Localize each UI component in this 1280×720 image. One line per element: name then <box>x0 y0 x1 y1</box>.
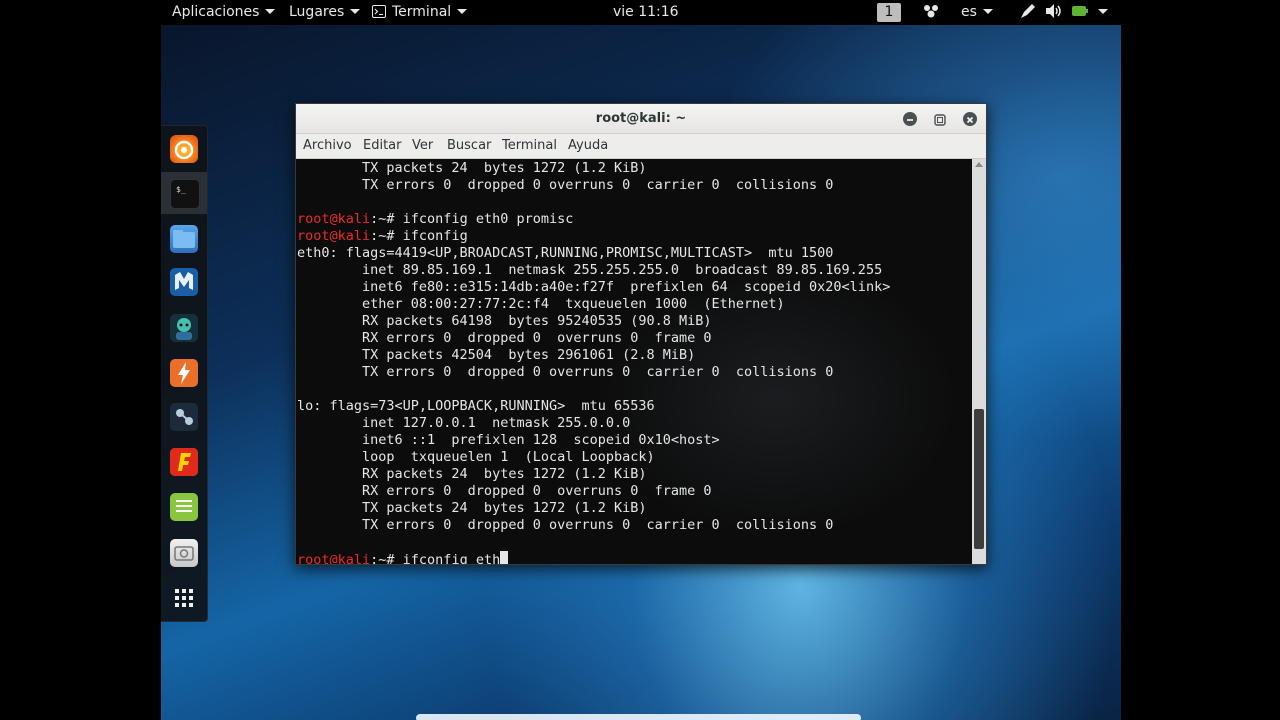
terminal-app-icon <box>372 5 386 18</box>
leafpad-icon[interactable] <box>170 493 198 521</box>
terminal-output-line: RX packets 64198 bytes 95240535 (90.8 Mi… <box>297 313 712 329</box>
places-menu[interactable]: Lugares <box>289 0 361 25</box>
show-apps-icon[interactable] <box>170 584 198 612</box>
terminal-output-line: TX errors 0 dropped 0 overruns 0 carrier… <box>297 177 834 193</box>
terminal-scrollbar[interactable] <box>972 159 986 564</box>
terminal-window[interactable]: root@kali: ~ Archivo Editar Ver Buscar T… <box>295 103 987 565</box>
workspaces-icon[interactable] <box>922 0 940 25</box>
terminal-output-line: inet 89.85.169.1 netmask 255.255.255.0 b… <box>297 262 883 278</box>
terminal-prompt-line: root@kali:~# ifconfig eth0 promisc <box>297 211 573 228</box>
scroll-up-icon[interactable] <box>975 162 983 167</box>
chevron-down-icon <box>350 8 361 14</box>
terminal-output-line: eth0: flags=4419<UP,BROADCAST,RUNNING,PR… <box>297 245 834 261</box>
close-icon <box>966 116 974 124</box>
applications-label: Aplicaciones <box>172 4 260 20</box>
terminal-icon[interactable]: $_ <box>170 179 200 209</box>
burpsuite-icon[interactable] <box>170 359 198 387</box>
terminal-output-line: inet6 fe80::e315:14db:a40e:f27f prefixle… <box>297 279 891 295</box>
prompt-command: ifconfig <box>402 228 468 244</box>
terminal-output-line: ether 08:00:27:77:2c:f4 txqueuelen 1000 … <box>297 296 785 312</box>
workspace-indicator[interactable]: 1 <box>877 3 901 22</box>
chevron-down-icon <box>457 8 468 14</box>
files-icon[interactable] <box>170 225 198 253</box>
terminal-output-line: TX packets 42504 bytes 2961061 (2.8 MiB) <box>297 347 696 363</box>
chevron-down-icon <box>265 8 276 14</box>
menu-ver[interactable]: Ver <box>412 134 433 158</box>
menu-buscar[interactable]: Buscar <box>447 134 491 158</box>
window-menubar: Archivo Editar Ver Buscar Terminal Ayuda <box>296 134 986 159</box>
keyboard-layout-menu[interactable]: es <box>961 0 993 25</box>
faraday-icon[interactable] <box>170 448 198 476</box>
window-title: root@kali: ~ <box>595 111 687 126</box>
terminal-output-line: TX errors 0 dropped 0 overruns 0 carrier… <box>297 517 834 533</box>
clock[interactable]: vie 11:16 <box>613 0 679 25</box>
prompt-command: ifconfig eth <box>402 552 501 564</box>
terminal-prompt-line: root@kali:~# ifconfig <box>297 228 468 245</box>
terminal-output-line: TX errors 0 dropped 0 overruns 0 carrier… <box>297 364 834 380</box>
maximize-button[interactable] <box>933 112 947 126</box>
terminal-output-line: RX packets 24 bytes 1272 (1.2 KiB) <box>297 466 647 482</box>
menu-archivo[interactable]: Archivo <box>303 134 352 158</box>
pen-icon[interactable] <box>1019 0 1037 25</box>
maltego-icon[interactable] <box>170 403 198 431</box>
menu-terminal[interactable]: Terminal <box>502 134 557 158</box>
scrollbar-thumb[interactable] <box>974 409 984 549</box>
battery-icon[interactable] <box>1072 0 1088 25</box>
system-menu[interactable] <box>1092 0 1108 25</box>
desktop-glow <box>416 714 861 720</box>
volume-icon[interactable] <box>1045 0 1063 25</box>
maximize-icon <box>934 114 946 126</box>
places-label: Lugares <box>289 4 345 20</box>
close-button[interactable] <box>963 112 977 126</box>
chevron-down-icon <box>982 8 993 14</box>
armitage-icon[interactable] <box>170 314 198 342</box>
minimize-button[interactable] <box>903 112 917 126</box>
firefox-icon[interactable] <box>170 135 198 163</box>
terminal-output-line: lo: flags=73<UP,LOOPBACK,RUNNING> mtu 65… <box>297 398 655 414</box>
dock: $_ <box>161 125 208 622</box>
terminal-output-line: inet 127.0.0.1 netmask 255.0.0.0 <box>297 415 631 431</box>
applications-menu[interactable]: Aplicaciones <box>172 0 276 25</box>
chevron-down-icon <box>1098 8 1108 14</box>
screenshot-icon[interactable] <box>170 539 198 567</box>
window-titlebar[interactable]: root@kali: ~ <box>296 104 986 134</box>
prompt-command: ifconfig eth0 promisc <box>402 211 574 227</box>
menu-editar[interactable]: Editar <box>363 134 402 158</box>
terminal-prompt-line: root@kali:~# ifconfig eth <box>297 551 509 564</box>
terminal-output[interactable]: TX packets 24 bytes 1272 (1.2 KiB) TX er… <box>296 159 972 564</box>
prompt-path: :~# <box>370 228 403 244</box>
prompt-path: :~# <box>370 211 403 227</box>
metasploit-icon[interactable] <box>170 268 198 296</box>
terminal-output-line: RX errors 0 dropped 0 overruns 0 frame 0 <box>297 483 712 499</box>
text-cursor <box>500 551 509 564</box>
prompt-user-host: root@kali <box>297 552 371 564</box>
terminal-output-line: RX errors 0 dropped 0 overruns 0 frame 0 <box>297 330 712 346</box>
prompt-user-host: root@kali <box>297 211 371 227</box>
prompt-path: :~# <box>370 552 403 564</box>
keyboard-layout-label: es <box>961 4 977 20</box>
prompt-user-host: root@kali <box>297 228 371 244</box>
menu-ayuda[interactable]: Ayuda <box>568 134 608 158</box>
terminal-output-line: TX packets 24 bytes 1272 (1.2 KiB) <box>297 160 647 176</box>
terminal-app-menu[interactable]: Terminal <box>372 0 468 25</box>
terminal-app-label: Terminal <box>392 4 452 20</box>
svg-text:$_: $_ <box>176 185 186 194</box>
terminal-output-line: TX packets 24 bytes 1272 (1.2 KiB) <box>297 500 647 516</box>
top-bar: Aplicaciones Lugares Terminal vie 11:16 … <box>0 0 1280 25</box>
terminal-output-line: loop txqueuelen 1 (Local Loopback) <box>297 449 655 465</box>
minimize-icon <box>907 119 913 121</box>
terminal-output-line: inet6 ::1 prefixlen 128 scopeid 0x10<hos… <box>297 432 720 448</box>
